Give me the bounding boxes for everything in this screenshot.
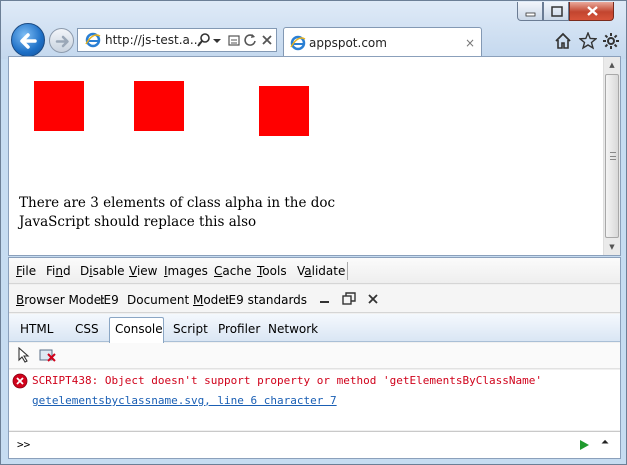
menu-file[interactable]: File bbox=[16, 264, 36, 278]
tab-console[interactable]: Console bbox=[115, 322, 163, 336]
menu-validate[interactable]: Validate bbox=[297, 264, 345, 278]
menu-images[interactable]: Images bbox=[164, 264, 208, 278]
tab-html[interactable]: HTML bbox=[20, 322, 53, 336]
scroll-up-icon[interactable]: ▲ bbox=[604, 57, 620, 73]
refresh-icon[interactable] bbox=[243, 32, 257, 48]
close-window-button[interactable] bbox=[569, 2, 614, 21]
tab-close-icon[interactable]: × bbox=[465, 36, 475, 50]
address-bar[interactable]: http://js-test.a... bbox=[77, 28, 277, 52]
replace-text: JavaScript should replace this also bbox=[19, 214, 257, 230]
home-icon[interactable] bbox=[554, 32, 572, 50]
document-mode-value[interactable]: IE9 standards bbox=[225, 293, 307, 307]
red-square bbox=[259, 86, 309, 136]
developer-tools: File Find Disable View Images Cache Tool… bbox=[8, 257, 621, 459]
document-text: There are 3 elements of class alpha in t… bbox=[19, 194, 335, 232]
red-square bbox=[134, 81, 184, 131]
browser-mode-label[interactable]: Browser Mode: bbox=[16, 293, 105, 307]
forward-button[interactable] bbox=[49, 28, 74, 53]
compat-view-icon[interactable] bbox=[227, 32, 241, 48]
address-url: http://js-test.a... bbox=[105, 33, 202, 47]
browser-mode-value[interactable]: IE9 bbox=[100, 293, 119, 307]
ie-logo-icon bbox=[290, 35, 306, 51]
document-mode-label[interactable]: Document Mode: bbox=[127, 293, 230, 307]
back-arrow-icon bbox=[20, 33, 37, 49]
tab-network[interactable]: Network bbox=[268, 322, 318, 336]
devtools-tabs: HTML CSS Console Script Profiler Network bbox=[9, 314, 620, 343]
close-devtools-icon[interactable] bbox=[366, 292, 380, 306]
select-element-cursor-icon[interactable] bbox=[17, 347, 31, 363]
forward-arrow-icon bbox=[55, 35, 69, 48]
search-icon[interactable] bbox=[196, 32, 212, 48]
tab-appspot[interactable]: appspot.com × bbox=[283, 27, 482, 57]
clear-console-icon[interactable] bbox=[39, 347, 57, 363]
run-script-icon[interactable] bbox=[578, 439, 590, 451]
tab-script[interactable]: Script bbox=[173, 322, 208, 336]
devtools-modebar: Browser Mode: IE9 Document Mode: IE9 sta… bbox=[9, 285, 620, 313]
alpha-count-text: There are 3 elements of class alpha in t… bbox=[19, 195, 336, 211]
red-square bbox=[34, 81, 84, 131]
minimize-devtools-icon[interactable] bbox=[318, 292, 332, 306]
search-dropdown-icon[interactable] bbox=[212, 32, 222, 48]
menu-disable[interactable]: Disable bbox=[80, 264, 125, 278]
console-toolbar bbox=[9, 343, 620, 369]
page-content: There are 3 elements of class alpha in t… bbox=[8, 56, 621, 256]
favorites-star-icon[interactable] bbox=[579, 32, 597, 50]
maximize-button[interactable] bbox=[543, 2, 569, 21]
expand-console-icon[interactable]: ⏶ bbox=[601, 437, 609, 448]
devtools-menubar: File Find Disable View Images Cache Tool… bbox=[9, 258, 620, 284]
menu-find[interactable]: Find bbox=[46, 264, 71, 278]
console-output: SCRIPT438: Object doesn't support proper… bbox=[9, 370, 620, 430]
stop-icon[interactable] bbox=[260, 32, 274, 48]
console-input-bar[interactable]: >> ⏶ bbox=[9, 431, 620, 458]
unpin-devtools-icon[interactable] bbox=[342, 292, 356, 306]
menu-cache[interactable]: Cache bbox=[214, 264, 251, 278]
menu-separator bbox=[347, 262, 348, 280]
error-icon bbox=[12, 373, 28, 389]
close-icon bbox=[587, 6, 598, 16]
scroll-thumb[interactable] bbox=[605, 74, 619, 238]
console-prompt: >> bbox=[17, 438, 31, 451]
tab-profiler[interactable]: Profiler bbox=[218, 322, 260, 336]
ie-logo-icon bbox=[85, 32, 101, 48]
scroll-down-icon[interactable]: ▼ bbox=[604, 239, 620, 255]
back-button[interactable] bbox=[11, 23, 45, 57]
minimize-icon bbox=[525, 12, 536, 17]
vertical-scrollbar[interactable]: ▲ ▼ bbox=[603, 57, 620, 255]
minimize-button[interactable] bbox=[517, 2, 543, 21]
tab-title: appspot.com bbox=[309, 36, 387, 50]
browser-window: http://js-test.a... appspot.com × There … bbox=[0, 0, 627, 465]
error-source-link[interactable]: getelementsbyclassname.svg, line 6 chara… bbox=[32, 394, 337, 407]
restore-icon bbox=[551, 6, 563, 17]
gear-icon[interactable] bbox=[602, 32, 620, 50]
menu-tools[interactable]: Tools bbox=[257, 264, 287, 278]
error-message: SCRIPT438: Object doesn't support proper… bbox=[32, 374, 542, 387]
menu-view[interactable]: View bbox=[129, 264, 157, 278]
tab-css[interactable]: CSS bbox=[75, 322, 99, 336]
